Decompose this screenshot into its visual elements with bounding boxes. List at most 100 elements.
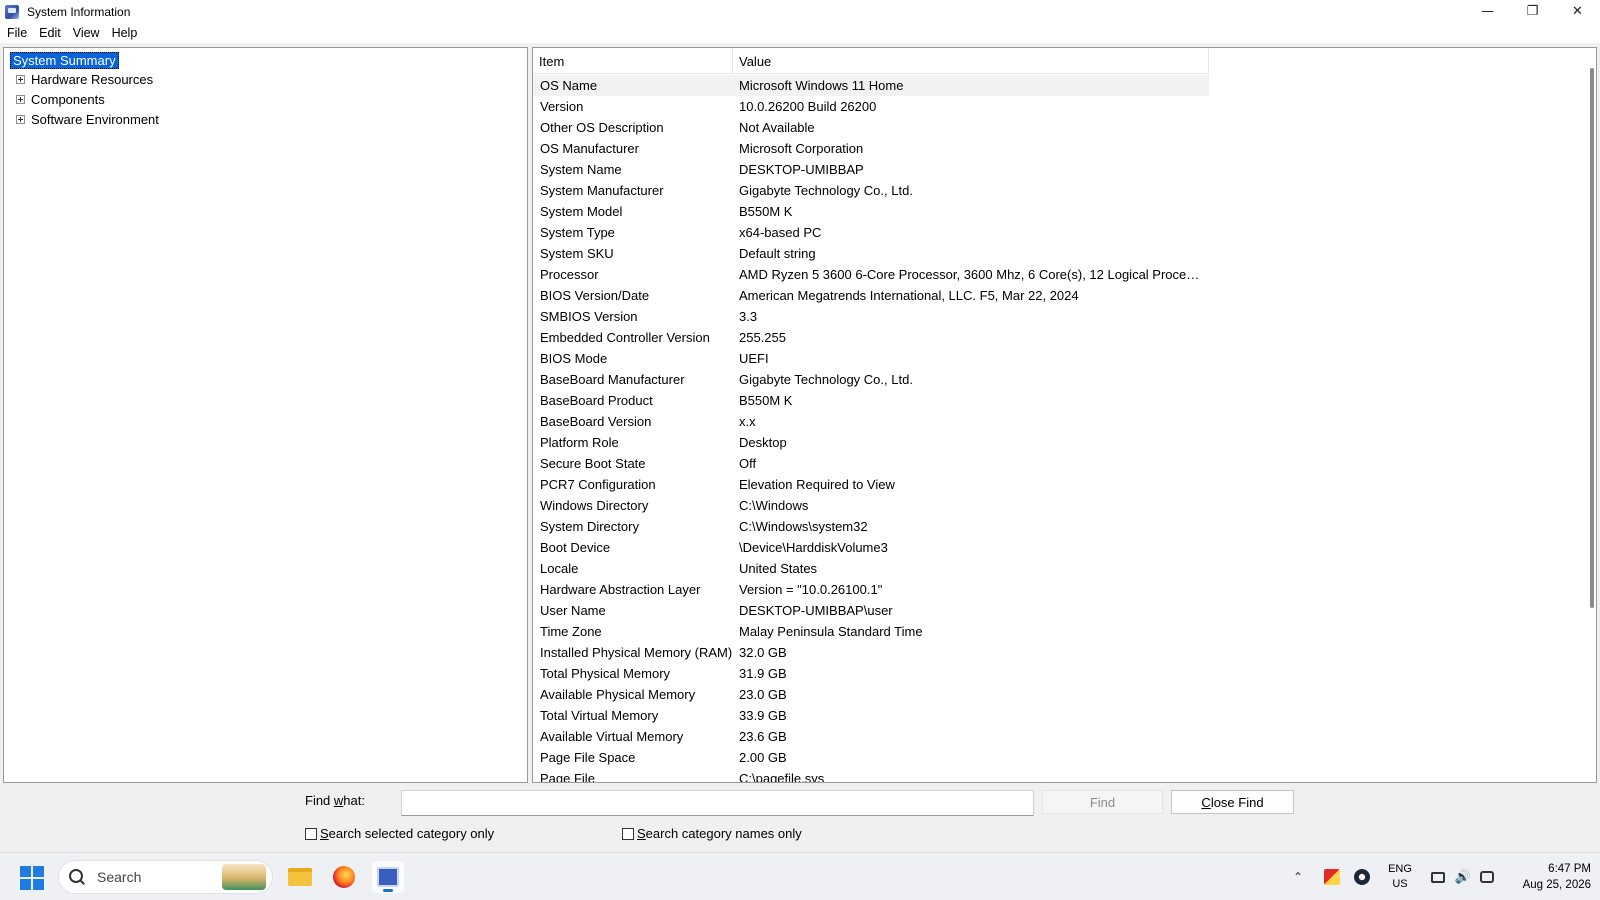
row-item-cell: Installed Physical Memory (RAM) [540,645,733,660]
row-item-cell: Locale [540,561,579,576]
table-row[interactable]: System Manufacturer Gigabyte Technology C… [533,180,1582,201]
checkbox-box[interactable] [305,827,317,840]
tree-item-hardware-resources[interactable]: Hardware Resources [16,70,153,88]
table-row[interactable]: Time Zone Malay Peninsula Standard Time [533,621,1582,642]
search-category-names-checkbox[interactable]: Search category names only [622,826,802,841]
table-row[interactable]: PCR7 Configuration Elevation Required to … [533,474,1582,495]
system-clock[interactable]: 6:47 PM Aug 25, 2026 [1505,853,1591,900]
table-row[interactable]: BIOS Version/Date American Megatrends Int… [533,285,1582,306]
table-row[interactable]: Other OS Description Not Available [533,117,1582,138]
row-value-cell: Gigabyte Technology Co., Ltd. [739,372,913,387]
table-row[interactable]: Boot Device \Device\HarddiskVolume3 [533,537,1582,558]
search-selected-category-checkbox[interactable]: Search selected category only [305,826,494,841]
close-find-button[interactable]: Close Find [1171,790,1294,814]
table-row[interactable]: System SKU Default string [533,243,1582,264]
table-row[interactable]: Hardware Abstraction Layer Version = "10.… [533,579,1582,600]
table-row[interactable]: Available Virtual Memory 23.6 GB [533,726,1582,747]
window-controls: — ❐ ✕ [1465,0,1600,23]
row-value-cell: DESKTOP-UMIBBAP [739,162,864,177]
category-tree[interactable]: System Summary Hardware Resources Compon… [3,47,528,783]
table-row[interactable]: Total Physical Memory 31.9 GB [533,663,1582,684]
table-row[interactable]: Locale United States [533,558,1582,579]
notification-icon[interactable] [1477,853,1497,900]
row-value-cell: B550M K [739,204,793,219]
language-indicator[interactable]: ENG US [1382,853,1418,900]
tree-item-software-environment[interactable]: Software Environment [16,110,159,128]
show-hidden-icons-chevron-icon[interactable]: ⌃ [1290,853,1306,900]
row-item-cell: Available Virtual Memory [540,729,684,744]
maximize-button[interactable]: ❐ [1510,0,1555,23]
table-row[interactable]: Windows Directory C:\Windows [533,495,1582,516]
close-button[interactable]: ✕ [1555,0,1600,23]
tree-item-system-summary[interactable]: System Summary [10,51,119,69]
taskbar-search-box[interactable]: Search [58,860,273,894]
antivirus-tray-icon[interactable] [1320,853,1344,900]
table-row[interactable]: BaseBoard Product B550M K [533,390,1582,411]
firefox-taskbar-button[interactable] [328,861,360,893]
expand-plus-icon[interactable] [16,74,25,84]
folder-icon [288,868,312,886]
row-item-cell: Page File [540,771,595,783]
tree-item-label: System Summary [10,51,119,69]
table-row[interactable]: System Model B550M K [533,201,1582,222]
system-information-taskbar-button[interactable] [372,861,404,893]
row-value-cell: Not Available [739,120,815,135]
table-row[interactable]: Secure Boot State Off [533,453,1582,474]
row-item-cell: User Name [540,603,606,618]
table-row[interactable]: OS Manufacturer Microsoft Corporation [533,138,1582,159]
row-value-cell: Version = "10.0.26100.1" [739,582,883,597]
row-value-cell: AMD Ryzen 5 3600 6-Core Processor, 3600 … [739,267,1203,282]
row-value-cell: 23.6 GB [739,729,787,744]
table-row[interactable]: Page File Space 2.00 GB [533,747,1582,768]
table-row[interactable]: Embedded Controller Version 255.255 [533,327,1582,348]
steam-tray-icon[interactable] [1350,853,1374,900]
table-row[interactable]: User Name DESKTOP-UMIBBAP\user [533,600,1582,621]
row-item-cell: Time Zone [540,624,602,639]
table-row[interactable]: Total Virtual Memory 33.9 GB [533,705,1582,726]
table-row[interactable]: OS Name Microsoft Windows 11 Home [533,75,1209,96]
column-header-value[interactable]: Value [733,48,1209,74]
menu-file[interactable]: File [2,26,32,40]
menu-edit[interactable]: Edit [34,26,66,40]
table-row[interactable]: SMBIOS Version 3.3 [533,306,1582,327]
row-value-cell: 23.0 GB [739,687,787,702]
table-row[interactable]: System Directory C:\Windows\system32 [533,516,1582,537]
find-what-input[interactable] [401,790,1034,816]
active-app-indicator [383,889,393,892]
menu-view[interactable]: View [68,26,105,40]
row-value-cell: Microsoft Corporation [739,141,864,156]
table-row[interactable]: Processor AMD Ryzen 5 3600 6-Core Process… [533,264,1582,285]
volume-icon[interactable]: 🔊 [1452,853,1474,900]
table-row[interactable]: Platform Role Desktop [533,432,1582,453]
table-row[interactable]: BaseBoard Manufacturer Gigabyte Technolog… [533,369,1582,390]
row-value-cell: Off [739,456,757,471]
minimize-button[interactable]: — [1465,0,1510,23]
list-rows: OS Name Microsoft Windows 11 Home Version 1… [533,75,1582,783]
clock-time: 6:47 PM [1548,863,1591,875]
table-row[interactable]: Installed Physical Memory (RAM) 32.0 GB [533,642,1582,663]
row-value-cell: C:\pagefile.sys [739,771,825,783]
row-value-cell: 10.0.26200 Build 26200 [739,99,877,114]
list-header: Item Value [533,48,1209,74]
checkbox-box[interactable] [622,827,634,840]
table-row[interactable]: BIOS Mode UEFI [533,348,1582,369]
windows-start-icon[interactable] [20,866,44,890]
table-row[interactable]: Version 10.0.26200 Build 26200 [533,96,1582,117]
expand-plus-icon[interactable] [16,114,25,124]
table-row[interactable]: Page File C:\pagefile.sys [533,768,1582,783]
file-explorer-taskbar-button[interactable] [284,861,316,893]
find-button[interactable]: Find [1042,790,1163,814]
menu-help[interactable]: Help [107,26,143,40]
tree-item-components[interactable]: Components [16,90,105,108]
table-row[interactable]: Available Physical Memory 23.0 GB [533,684,1582,705]
details-list[interactable]: Item Value OS Name Microsoft Windows 11 H… [532,47,1597,783]
network-icon[interactable] [1428,853,1448,900]
table-row[interactable]: System Name DESKTOP-UMIBBAP [533,159,1582,180]
table-row[interactable]: System Type x64-based PC [533,222,1582,243]
column-header-item[interactable]: Item [533,48,733,74]
table-row[interactable]: BaseBoard Version x.x [533,411,1582,432]
tree-item-label: Software Environment [31,111,159,127]
vertical-scrollbar[interactable] [1590,68,1594,608]
expand-plus-icon[interactable] [16,94,25,104]
row-item-cell: System Model [540,204,623,219]
